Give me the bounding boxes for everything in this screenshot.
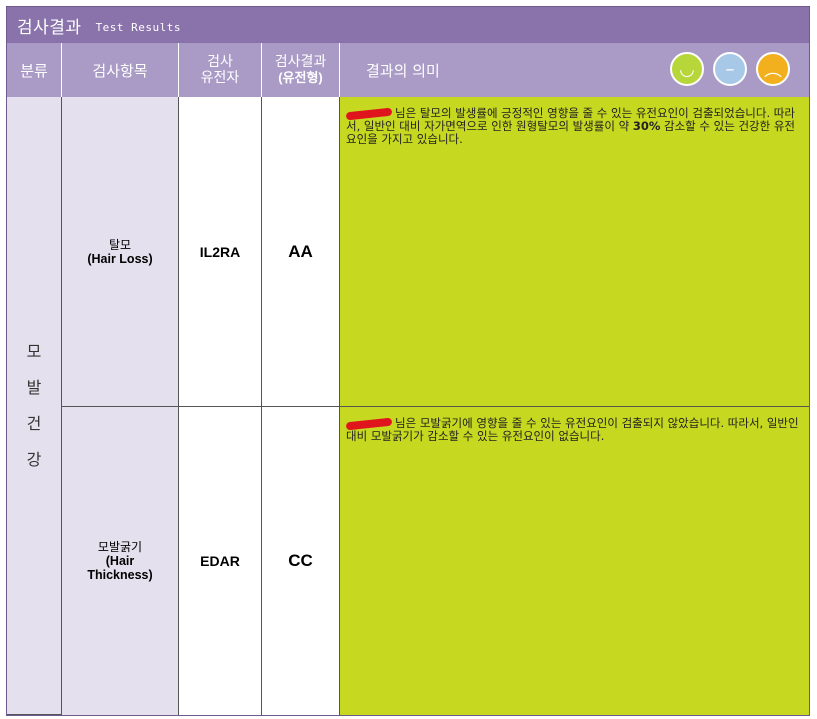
item-english: (Hair Thickness) bbox=[87, 554, 153, 582]
title-korean: 검사결과 bbox=[17, 17, 82, 38]
table-row-meaning: 님은 탈모의 발생률에 긍정적인 영향을 줄 수 있는 유전요인이 검출되었습니… bbox=[340, 97, 809, 407]
category-cell: 모 발 건 강 bbox=[7, 97, 62, 715]
meaning-highlight: 30% bbox=[632, 119, 661, 133]
header-gene-line1: 검사 bbox=[207, 54, 233, 70]
header-meaning-label: 결과의 의미 bbox=[366, 61, 440, 80]
category-char: 강 bbox=[26, 449, 42, 469]
face-sad-icon: ︵ bbox=[756, 52, 790, 86]
meaning-text: 님은 모발굵기에 영향을 줄 수 있는 유전요인이 검출되지 않았습니다. 따라… bbox=[345, 416, 803, 443]
table-row-result: CC bbox=[262, 407, 340, 715]
header-gene-line2: 유전자 bbox=[200, 70, 240, 86]
meaning-text: 님은 탈모의 발생률에 긍정적인 영향을 줄 수 있는 유전요인이 검출되었습니… bbox=[345, 107, 803, 146]
category-char: 모 bbox=[26, 341, 42, 361]
table-row-item: 탈모 (Hair Loss) bbox=[62, 97, 179, 407]
header-result-line1: 검사결과 bbox=[274, 54, 327, 70]
meaning-part: 님은 모발굵기에 영향을 줄 수 있는 유전요인이 검출되지 않았습니다. 따라… bbox=[346, 416, 799, 443]
redaction-mark bbox=[345, 417, 393, 430]
header-category: 분류 bbox=[7, 43, 62, 97]
table-row-meaning: 님은 모발굵기에 영향을 줄 수 있는 유전요인이 검출되지 않았습니다. 따라… bbox=[340, 407, 809, 715]
header-meaning: 결과의 의미 ◡ – ︵ bbox=[340, 43, 809, 97]
header-item: 검사항목 bbox=[62, 43, 179, 97]
category-char: 발 bbox=[26, 377, 42, 397]
header-category-label: 분류 bbox=[20, 61, 48, 80]
header-result: 검사결과 (유전형) bbox=[262, 43, 340, 97]
item-korean: 탈모 bbox=[108, 237, 132, 252]
header-gene: 검사 유전자 bbox=[179, 43, 262, 97]
item-korean: 모발굵기 bbox=[97, 540, 143, 554]
face-neutral-icon: – bbox=[713, 52, 747, 86]
table-row-item: 모발굵기 (Hair Thickness) bbox=[62, 407, 179, 715]
table-row-result: AA bbox=[262, 97, 340, 407]
header-item-label: 검사항목 bbox=[92, 61, 148, 80]
redaction-mark bbox=[345, 107, 393, 120]
table-row-gene: IL2RA bbox=[179, 97, 262, 407]
smile-good-icon: ◡ bbox=[670, 52, 704, 86]
category-char: 건 bbox=[26, 413, 42, 433]
gene-value: EDAR bbox=[200, 553, 240, 569]
table-row-gene: EDAR bbox=[179, 407, 262, 715]
header-result-line2: (유전형) bbox=[278, 70, 323, 85]
results-table: 검사결과 Test Results 분류 검사항목 검사 유전자 검사결과 (유… bbox=[6, 6, 810, 716]
genotype-value: AA bbox=[288, 241, 313, 261]
title-english: Test Results bbox=[95, 20, 182, 34]
category-label: 모 발 건 강 bbox=[27, 334, 42, 478]
gene-value: IL2RA bbox=[199, 243, 241, 260]
genotype-value: CC bbox=[288, 551, 313, 570]
title-bar: 검사결과 Test Results bbox=[7, 7, 809, 43]
item-english: (Hair Loss) bbox=[87, 251, 153, 266]
